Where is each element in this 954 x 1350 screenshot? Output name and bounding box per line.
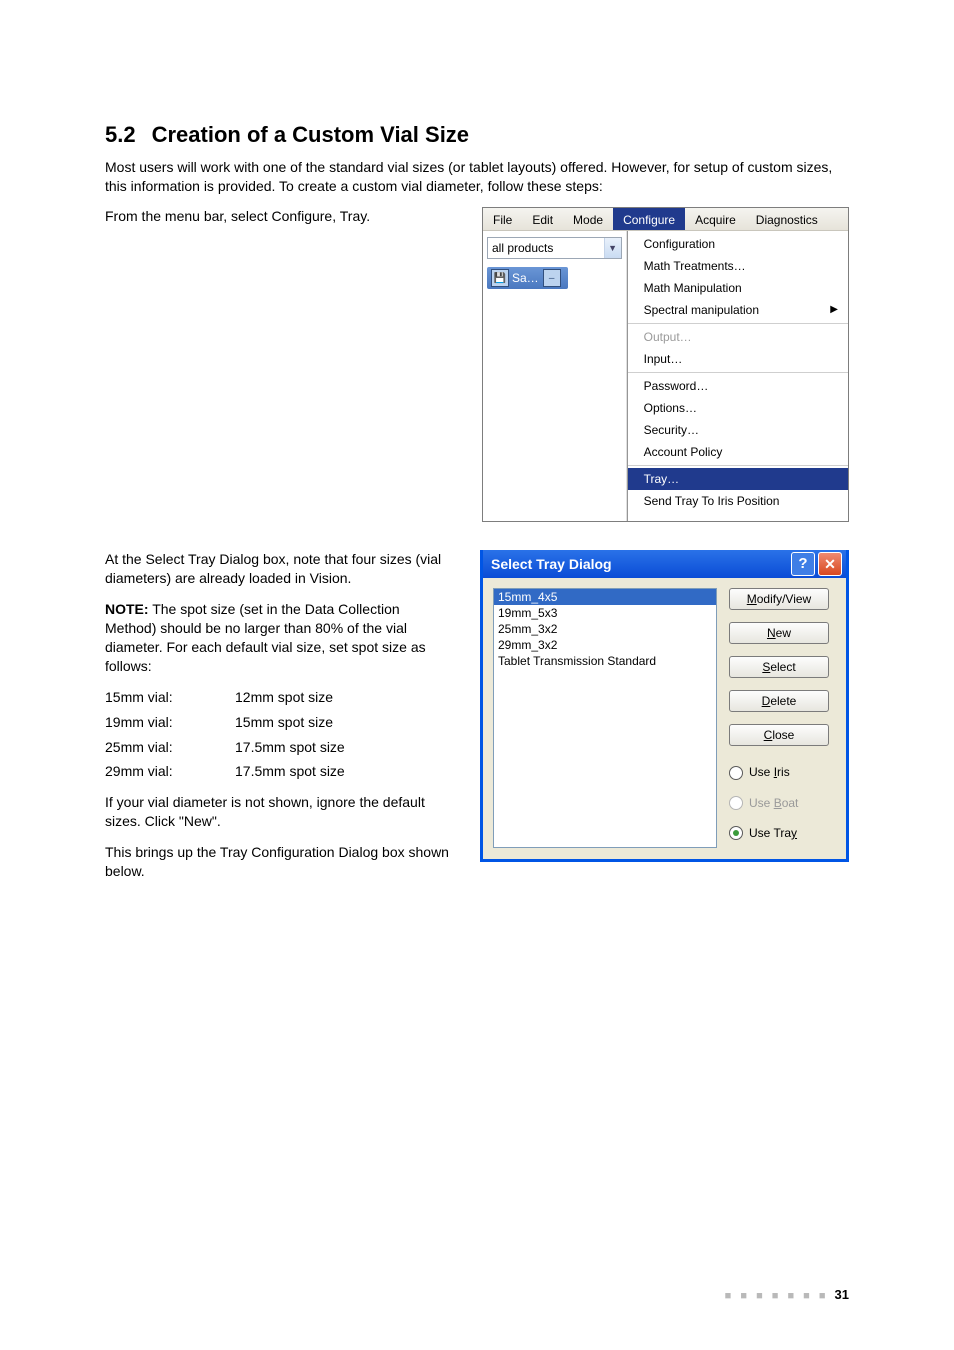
table-row: 25mm vial:17.5mm spot size [105, 738, 452, 757]
close-dialog-button[interactable]: Close [729, 724, 829, 746]
section-heading: 5.2 Creation of a Custom Vial Size [105, 120, 849, 150]
dialog-titlebar: Select Tray Dialog ? ✕ [483, 550, 846, 578]
menu-output: Output… [628, 326, 848, 348]
radio-icon [729, 796, 743, 810]
list-item[interactable]: Tablet Transmission Standard [494, 653, 716, 669]
chevron-down-icon: ▼ [604, 238, 621, 258]
use-iris-radio[interactable]: Use Iris [729, 764, 829, 780]
step2-tail2: This brings up the Tray Configuration Di… [105, 843, 452, 881]
table-row: 15mm vial:12mm spot size [105, 688, 452, 707]
menu-input[interactable]: Input… [628, 348, 848, 370]
intro-paragraph: Most users will work with one of the sta… [105, 158, 849, 196]
list-item[interactable]: 15mm_4x5 [494, 589, 716, 605]
note-text: The spot size (set in the Data Collectio… [105, 601, 426, 674]
radio-icon [729, 766, 743, 780]
menu-spectral-manipulation[interactable]: Spectral manipulation ▶ [628, 299, 848, 321]
menu-edit[interactable]: Edit [522, 208, 563, 230]
products-dropdown[interactable]: all products ▼ [487, 237, 622, 259]
menu-tray[interactable]: Tray… [628, 468, 848, 490]
table-row: 29mm vial:17.5mm spot size [105, 762, 452, 781]
menu-acquire[interactable]: Acquire [685, 208, 746, 230]
tray-listbox[interactable]: 15mm_4x5 19mm_5x3 25mm_3x2 29mm_3x2 Tabl… [493, 588, 717, 848]
menu-mode[interactable]: Mode [563, 208, 613, 230]
menu-bar: File Edit Mode Configure Acquire Diagnos… [483, 208, 848, 231]
dialog-title: Select Tray Dialog [491, 555, 788, 574]
menu-send-tray[interactable]: Send Tray To Iris Position [628, 490, 848, 512]
list-item[interactable]: 25mm_3x2 [494, 621, 716, 637]
toolbar-fragment: 💾 Sa… – [487, 267, 568, 289]
use-tray-radio[interactable]: Use Tray [729, 825, 829, 841]
menu-math-manipulation[interactable]: Math Manipulation [628, 277, 848, 299]
configure-dropdown: Configuration Math Treatments… Math Mani… [627, 231, 848, 521]
chevron-right-icon: ▶ [830, 301, 838, 319]
note-paragraph: NOTE: The spot size (set in the Data Col… [105, 600, 452, 676]
menu-security[interactable]: Security… [628, 419, 848, 441]
footer-dots-icon: ■ ■ ■ ■ ■ ■ ■ [725, 1290, 829, 1302]
select-button[interactable]: Select [729, 656, 829, 678]
step1-text: From the menu bar, select Configure, Tra… [105, 207, 454, 226]
toolbar-tool-icon[interactable]: – [543, 269, 561, 287]
modify-view-button[interactable]: Modify/View [729, 588, 829, 610]
step2-tail1: If your vial diameter is not shown, igno… [105, 793, 452, 831]
new-button[interactable]: New [729, 622, 829, 644]
menu-account-policy[interactable]: Account Policy [628, 441, 848, 463]
menu-math-treatments[interactable]: Math Treatments… [628, 255, 848, 277]
help-button[interactable]: ? [791, 552, 815, 576]
spot-size-table: 15mm vial:12mm spot size 19mm vial:15mm … [105, 688, 452, 782]
menu-file[interactable]: File [483, 208, 522, 230]
products-dropdown-value: all products [488, 240, 604, 256]
menu-password[interactable]: Password… [628, 375, 848, 397]
page-footer: ■ ■ ■ ■ ■ ■ ■ 31 [725, 1286, 849, 1304]
step2-text: At the Select Tray Dialog box, note that… [105, 550, 452, 588]
menu-configuration[interactable]: Configuration [628, 233, 848, 255]
table-row: 19mm vial:15mm spot size [105, 713, 452, 732]
select-tray-dialog: Select Tray Dialog ? ✕ 15mm_4x5 19mm_5x3… [480, 550, 849, 862]
close-button[interactable]: ✕ [818, 552, 842, 576]
note-label: NOTE: [105, 601, 149, 617]
list-item[interactable]: 29mm_3x2 [494, 637, 716, 653]
page-number: 31 [835, 1287, 849, 1302]
menu-options[interactable]: Options… [628, 397, 848, 419]
section-number: 5.2 [105, 122, 136, 147]
toolbar-fragment-label: Sa… [512, 270, 539, 286]
screenshot-configure-menu: File Edit Mode Configure Acquire Diagnos… [482, 207, 849, 522]
section-title-text: Creation of a Custom Vial Size [152, 122, 469, 147]
delete-button[interactable]: Delete [729, 690, 829, 712]
radio-icon [729, 826, 743, 840]
list-item[interactable]: 19mm_5x3 [494, 605, 716, 621]
menu-configure[interactable]: Configure [613, 208, 685, 230]
use-boat-radio: Use Boat [729, 795, 829, 811]
save-icon[interactable]: 💾 [491, 269, 509, 287]
menu-diagnostics[interactable]: Diagnostics [746, 208, 828, 230]
